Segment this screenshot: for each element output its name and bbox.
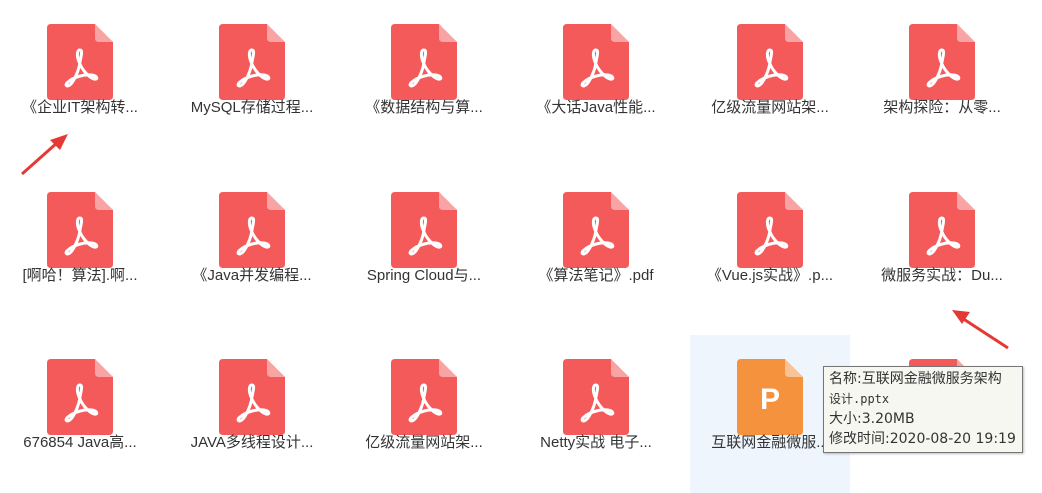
file-item[interactable]: 《算法笔记》.pdf	[516, 168, 676, 326]
file-item[interactable]: 微服务实战：Du...	[862, 168, 1022, 326]
pdf-icon	[909, 192, 975, 268]
file-label: MySQL存储过程...	[190, 99, 314, 116]
file-label: 亿级流量网站架...	[365, 434, 483, 451]
file-label: 架构探险：从零...	[883, 99, 1001, 116]
file-label: 《算法笔记》.pdf	[538, 267, 654, 284]
file-label: 《大话Java性能...	[536, 99, 656, 116]
file-item[interactable]: 676854 Java高...	[0, 335, 160, 493]
pdf-icon	[563, 192, 629, 268]
pdf-icon	[47, 359, 113, 435]
tooltip-name-line2: 设计.pptx	[829, 392, 890, 406]
file-item[interactable]: 《Vue.js实战》.p...	[690, 168, 850, 326]
tooltip-modified: 修改时间:2020-08-20 19:19	[829, 431, 1016, 447]
file-label: Netty实战 电子...	[540, 434, 652, 451]
pdf-icon	[47, 24, 113, 100]
file-item[interactable]: 架构探险：从零...	[862, 0, 1022, 158]
file-item[interactable]: 《Java并发编程...	[172, 168, 332, 326]
file-item[interactable]: 亿级流量网站架...	[690, 0, 850, 158]
file-item[interactable]: 《企业IT架构转...	[0, 0, 160, 158]
pdf-icon	[219, 192, 285, 268]
file-label: [啊哈！算法].啊...	[22, 267, 138, 284]
file-label: 微服务实战：Du...	[881, 267, 1003, 284]
pptx-icon: P	[737, 359, 803, 435]
file-label: 《企业IT架构转...	[22, 99, 138, 116]
file-label: 亿级流量网站架...	[711, 99, 829, 116]
pdf-icon	[737, 192, 803, 268]
pdf-icon	[219, 24, 285, 100]
pdf-icon	[47, 192, 113, 268]
file-tooltip: 名称:互联网金融微服务架构 设计.pptx 大小:3.20MB 修改时间:202…	[823, 366, 1023, 453]
file-item[interactable]: Netty实战 电子...	[516, 335, 676, 493]
file-item[interactable]: 《大话Java性能...	[516, 0, 676, 158]
svg-text:P: P	[760, 383, 780, 416]
file-item[interactable]: MySQL存储过程...	[172, 0, 332, 158]
file-label: 《Vue.js实战》.p...	[706, 267, 834, 284]
file-item[interactable]: Spring Cloud与...	[344, 168, 504, 326]
pdf-icon	[563, 359, 629, 435]
pdf-icon	[909, 24, 975, 100]
file-item[interactable]: JAVA多线程设计...	[172, 335, 332, 493]
pdf-icon	[391, 359, 457, 435]
file-label: 《数据结构与算...	[365, 99, 483, 116]
file-item[interactable]: [啊哈！算法].啊...	[0, 168, 160, 326]
tooltip-size: 大小:3.20MB	[829, 411, 915, 427]
file-label: JAVA多线程设计...	[190, 434, 314, 451]
file-label: Spring Cloud与...	[366, 267, 482, 284]
pdf-icon	[563, 24, 629, 100]
file-item[interactable]: 《数据结构与算...	[344, 0, 504, 158]
pdf-icon	[219, 359, 285, 435]
file-item[interactable]: 亿级流量网站架...	[344, 335, 504, 493]
tooltip-name-line1: 名称:互联网金融微服务架构	[829, 371, 1002, 387]
pdf-icon	[391, 192, 457, 268]
file-label: 《Java并发编程...	[192, 267, 312, 284]
pdf-icon	[737, 24, 803, 100]
pdf-icon	[391, 24, 457, 100]
file-label: 676854 Java高...	[23, 434, 137, 451]
